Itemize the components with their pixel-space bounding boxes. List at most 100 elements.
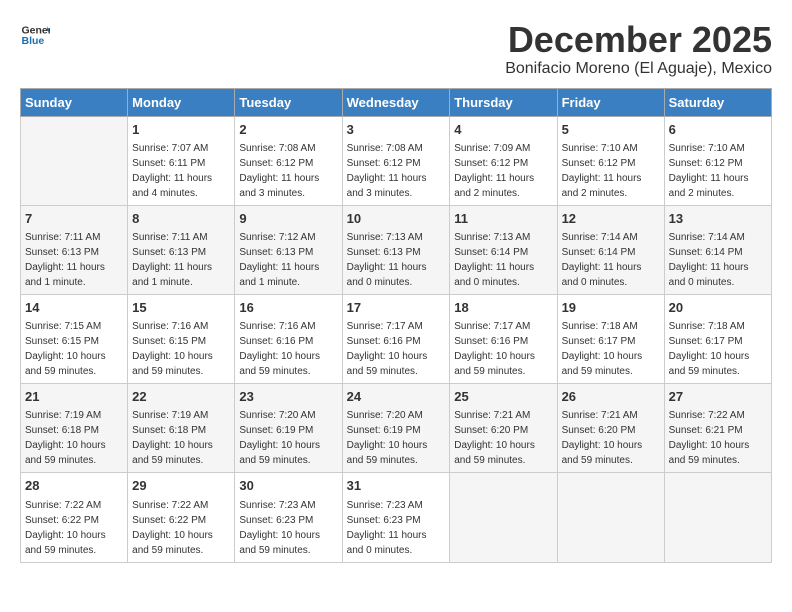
calendar-cell: 12Sunrise: 7:14 AM Sunset: 6:14 PM Dayli…	[557, 205, 664, 294]
calendar-cell: 22 Sunrise: 7:19 AM Sunset: 6:18 PM Dayli…	[128, 384, 235, 473]
day-info: Sunrise: 7:21 AM Sunset: 6:20 PM Dayligh…	[454, 410, 535, 466]
day-number: 18	[454, 299, 552, 317]
day-number: 30	[239, 477, 337, 495]
day-info: Sunrise: 7:14 AM Sunset: 6:14 PM Dayligh…	[669, 232, 749, 288]
day-info: Sunrise: 7:09 AM Sunset: 6:12 PM Dayligh…	[454, 143, 534, 199]
day-info: Sunrise: 7:18 AM Sunset: 6:17 PM Dayligh…	[669, 321, 750, 377]
calendar-cell: 3 Sunrise: 7:08 AM Sunset: 6:12 PM Daylig…	[342, 116, 450, 205]
title-block: December 2025 Bonifacio Moreno (El Aguaj…	[505, 20, 772, 78]
day-number: 21	[25, 388, 123, 406]
day-number: 11	[454, 210, 552, 228]
day-info: Sunrise: 7:22 AM Sunset: 6:22 PM Dayligh…	[25, 500, 106, 556]
calendar-cell: 1Sunrise: 7:07 AM Sunset: 6:11 PM Daylig…	[128, 116, 235, 205]
day-number: 29	[132, 477, 230, 495]
weekday-header-sunday: Sunday	[21, 88, 128, 116]
calendar-cell: 13Sunrise: 7:14 AM Sunset: 6:14 PM Dayli…	[664, 205, 771, 294]
calendar-cell: 26 Sunrise: 7:21 AM Sunset: 6:20 PM Dayli…	[557, 384, 664, 473]
calendar-table: SundayMondayTuesdayWednesdayThursdayFrid…	[20, 88, 772, 563]
calendar-title: December 2025	[505, 20, 772, 60]
weekday-header-friday: Friday	[557, 88, 664, 116]
day-number: 7	[25, 210, 123, 228]
day-info: Sunrise: 7:20 AM Sunset: 6:19 PM Dayligh…	[239, 410, 320, 466]
day-number: 20	[669, 299, 767, 317]
calendar-cell: 30 Sunrise: 7:23 AM Sunset: 6:23 PM Dayli…	[235, 473, 342, 562]
page-header: General Blue December 2025 Bonifacio Mor…	[20, 20, 772, 78]
calendar-cell: 25 Sunrise: 7:21 AM Sunset: 6:20 PM Dayli…	[450, 384, 557, 473]
day-number: 14	[25, 299, 123, 317]
day-number: 15	[132, 299, 230, 317]
day-number: 28	[25, 477, 123, 495]
calendar-cell: 20 Sunrise: 7:18 AM Sunset: 6:17 PM Dayli…	[664, 294, 771, 383]
calendar-cell: 7 Sunrise: 7:11 AM Sunset: 6:13 PM Daylig…	[21, 205, 128, 294]
day-number: 6	[669, 121, 767, 139]
day-number: 16	[239, 299, 337, 317]
calendar-cell	[557, 473, 664, 562]
day-info: Sunrise: 7:11 AM Sunset: 6:13 PM Dayligh…	[25, 232, 105, 288]
calendar-cell: 24Sunrise: 7:20 AM Sunset: 6:19 PM Dayli…	[342, 384, 450, 473]
weekday-header-monday: Monday	[128, 88, 235, 116]
day-number: 9	[239, 210, 337, 228]
calendar-cell	[664, 473, 771, 562]
weekday-header-tuesday: Tuesday	[235, 88, 342, 116]
day-number: 4	[454, 121, 552, 139]
day-number: 27	[669, 388, 767, 406]
calendar-cell: 2Sunrise: 7:08 AM Sunset: 6:12 PM Daylig…	[235, 116, 342, 205]
calendar-cell: 31 Sunrise: 7:23 AM Sunset: 6:23 PM Dayli…	[342, 473, 450, 562]
calendar-cell: 23Sunrise: 7:20 AM Sunset: 6:19 PM Dayli…	[235, 384, 342, 473]
day-info: Sunrise: 7:20 AM Sunset: 6:19 PM Dayligh…	[347, 410, 428, 466]
day-info: Sunrise: 7:08 AM Sunset: 6:12 PM Dayligh…	[347, 143, 427, 199]
day-number: 25	[454, 388, 552, 406]
calendar-cell: 18 Sunrise: 7:17 AM Sunset: 6:16 PM Dayli…	[450, 294, 557, 383]
calendar-cell: 8 Sunrise: 7:11 AM Sunset: 6:13 PM Daylig…	[128, 205, 235, 294]
day-info: Sunrise: 7:18 AM Sunset: 6:17 PM Dayligh…	[562, 321, 643, 377]
day-info: Sunrise: 7:11 AM Sunset: 6:13 PM Dayligh…	[132, 232, 212, 288]
day-number: 10	[347, 210, 446, 228]
day-number: 22	[132, 388, 230, 406]
day-number: 26	[562, 388, 660, 406]
day-info: Sunrise: 7:12 AM Sunset: 6:13 PM Dayligh…	[239, 232, 319, 288]
calendar-week-row: 14 Sunrise: 7:15 AM Sunset: 6:15 PM Dayli…	[21, 294, 772, 383]
calendar-cell: 15 Sunrise: 7:16 AM Sunset: 6:15 PM Dayli…	[128, 294, 235, 383]
calendar-cell: 28 Sunrise: 7:22 AM Sunset: 6:22 PM Dayli…	[21, 473, 128, 562]
calendar-week-row: 1Sunrise: 7:07 AM Sunset: 6:11 PM Daylig…	[21, 116, 772, 205]
day-info: Sunrise: 7:23 AM Sunset: 6:23 PM Dayligh…	[347, 500, 427, 556]
weekday-header-saturday: Saturday	[664, 88, 771, 116]
day-info: Sunrise: 7:19 AM Sunset: 6:18 PM Dayligh…	[25, 410, 106, 466]
day-info: Sunrise: 7:23 AM Sunset: 6:23 PM Dayligh…	[239, 500, 320, 556]
day-info: Sunrise: 7:22 AM Sunset: 6:21 PM Dayligh…	[669, 410, 750, 466]
day-number: 5	[562, 121, 660, 139]
day-info: Sunrise: 7:16 AM Sunset: 6:16 PM Dayligh…	[239, 321, 320, 377]
day-info: Sunrise: 7:14 AM Sunset: 6:14 PM Dayligh…	[562, 232, 642, 288]
day-info: Sunrise: 7:19 AM Sunset: 6:18 PM Dayligh…	[132, 410, 213, 466]
calendar-cell	[21, 116, 128, 205]
day-info: Sunrise: 7:13 AM Sunset: 6:13 PM Dayligh…	[347, 232, 427, 288]
day-info: Sunrise: 7:16 AM Sunset: 6:15 PM Dayligh…	[132, 321, 213, 377]
day-number: 8	[132, 210, 230, 228]
day-info: Sunrise: 7:15 AM Sunset: 6:15 PM Dayligh…	[25, 321, 106, 377]
day-info: Sunrise: 7:17 AM Sunset: 6:16 PM Dayligh…	[347, 321, 428, 377]
calendar-subtitle: Bonifacio Moreno (El Aguaje), Mexico	[505, 60, 772, 78]
calendar-week-row: 28 Sunrise: 7:22 AM Sunset: 6:22 PM Dayli…	[21, 473, 772, 562]
calendar-cell: 16 Sunrise: 7:16 AM Sunset: 6:16 PM Dayli…	[235, 294, 342, 383]
day-info: Sunrise: 7:07 AM Sunset: 6:11 PM Dayligh…	[132, 143, 212, 199]
calendar-cell: 5 Sunrise: 7:10 AM Sunset: 6:12 PM Daylig…	[557, 116, 664, 205]
svg-text:Blue: Blue	[22, 35, 45, 47]
day-number: 31	[347, 477, 446, 495]
day-info: Sunrise: 7:22 AM Sunset: 6:22 PM Dayligh…	[132, 500, 213, 556]
day-number: 17	[347, 299, 446, 317]
day-info: Sunrise: 7:17 AM Sunset: 6:16 PM Dayligh…	[454, 321, 535, 377]
weekday-header-row: SundayMondayTuesdayWednesdayThursdayFrid…	[21, 88, 772, 116]
weekday-header-wednesday: Wednesday	[342, 88, 450, 116]
calendar-week-row: 21 Sunrise: 7:19 AM Sunset: 6:18 PM Dayli…	[21, 384, 772, 473]
day-number: 3	[347, 121, 446, 139]
calendar-cell: 29 Sunrise: 7:22 AM Sunset: 6:22 PM Dayli…	[128, 473, 235, 562]
day-info: Sunrise: 7:10 AM Sunset: 6:12 PM Dayligh…	[562, 143, 642, 199]
logo-icon: General Blue	[20, 20, 50, 50]
logo: General Blue	[20, 20, 50, 50]
day-info: Sunrise: 7:21 AM Sunset: 6:20 PM Dayligh…	[562, 410, 643, 466]
calendar-cell: 14 Sunrise: 7:15 AM Sunset: 6:15 PM Dayli…	[21, 294, 128, 383]
calendar-week-row: 7 Sunrise: 7:11 AM Sunset: 6:13 PM Daylig…	[21, 205, 772, 294]
calendar-cell: 19 Sunrise: 7:18 AM Sunset: 6:17 PM Dayli…	[557, 294, 664, 383]
calendar-cell: 6Sunrise: 7:10 AM Sunset: 6:12 PM Daylig…	[664, 116, 771, 205]
day-number: 19	[562, 299, 660, 317]
